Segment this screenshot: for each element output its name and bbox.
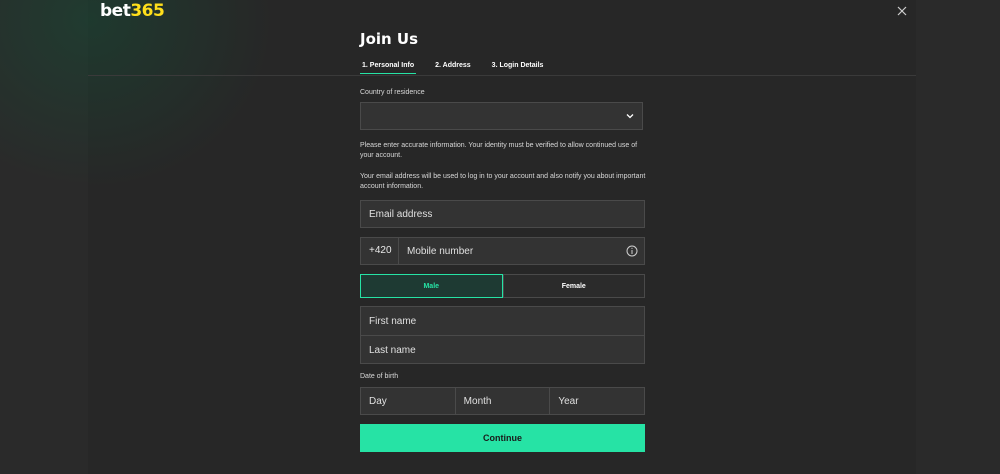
tab-personal-info[interactable]: 1. Personal Info — [360, 60, 417, 74]
bet365-logo[interactable]: bet365 — [100, 1, 165, 21]
page-title: Join Us — [360, 30, 419, 48]
logo-bet: bet — [100, 1, 131, 21]
male-button[interactable]: Male — [360, 274, 503, 298]
logo-365: 365 — [130, 1, 165, 21]
tab-address[interactable]: 2. Address — [433, 60, 473, 74]
gender-toggle: Male Female — [360, 274, 645, 298]
last-name-field[interactable] — [361, 336, 644, 364]
info-icon[interactable] — [626, 245, 638, 257]
dob-label: Date of birth — [360, 373, 399, 380]
email-info-text: Your email address will be used to log i… — [360, 173, 646, 190]
last-name-row — [361, 336, 644, 364]
step-tabs: 1. Personal Info 2. Address 3. Login Det… — [360, 60, 562, 74]
chevron-down-icon — [626, 114, 634, 119]
mobile-number-field[interactable] — [399, 238, 629, 264]
date-of-birth-fields — [360, 387, 645, 415]
identity-info-text: Please enter accurate information. Your … — [360, 142, 638, 159]
email-field-wrapper — [360, 200, 645, 228]
close-button[interactable] — [893, 2, 911, 20]
country-label: Country of residence — [360, 89, 425, 96]
header-divider — [88, 75, 916, 76]
name-fields — [360, 306, 645, 364]
dob-day-field[interactable] — [361, 388, 455, 414]
dob-year-cell — [550, 388, 645, 414]
email-field[interactable] — [361, 201, 644, 227]
continue-button[interactable]: Continue — [360, 424, 645, 452]
country-select[interactable] — [360, 102, 643, 130]
first-name-row — [361, 307, 644, 335]
phone-field-wrapper: +420 — [360, 237, 645, 265]
phone-prefix[interactable]: +420 — [361, 238, 399, 264]
dob-day-cell — [361, 388, 456, 414]
tab-login-details[interactable]: 3. Login Details — [490, 60, 546, 74]
join-page: bet365 Join Us 1. Personal Info 2. Addre… — [0, 0, 1000, 474]
dob-month-field[interactable] — [455, 388, 550, 414]
close-icon — [897, 6, 907, 16]
first-name-field[interactable] — [361, 307, 644, 335]
dob-year-field[interactable] — [550, 388, 645, 414]
dob-month-cell — [455, 388, 551, 414]
female-button[interactable]: Female — [502, 274, 645, 298]
